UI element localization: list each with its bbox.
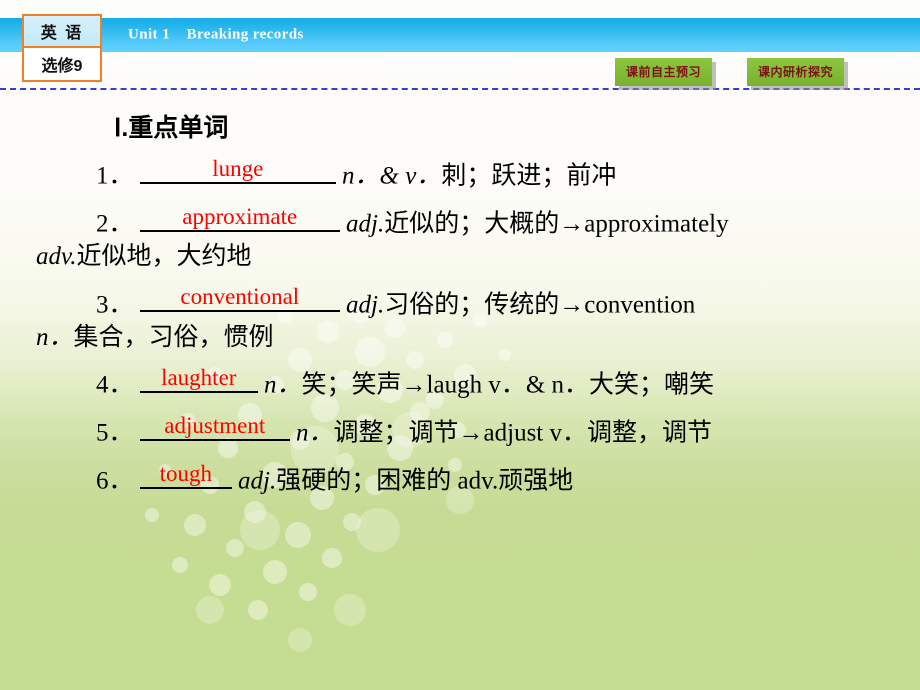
subject-name: 英 语 [24, 16, 100, 48]
subject-badge: 英 语 选修9 [22, 14, 102, 82]
explore-button[interactable]: 课内研析探究 [747, 58, 845, 86]
answer-text: conventional [180, 284, 300, 309]
definition: 调整；调节→adjust v．调整，调节 [333, 419, 712, 447]
vocab-entry: 6． tough adj.强硬的；困难的 adv.顽强地 [18, 461, 902, 497]
definition: 强硬的；困难的 adv.顽强地 [276, 467, 574, 495]
preview-button[interactable]: 课前自主预习 [615, 58, 713, 86]
answer-text: tough [159, 460, 212, 486]
part-of-speech: n．& v． [342, 162, 442, 190]
answer-blank[interactable]: lunge [139, 155, 336, 184]
definition: 近似的；大概的→approximately [384, 210, 729, 238]
page-title: Ⅰ.重点单词 [114, 114, 229, 142]
unit-title-bar: Unit 1 Breaking records [0, 18, 920, 52]
entry-number: 6． [96, 467, 134, 495]
answer-text: approximate [182, 203, 298, 229]
vocab-entry: 2． approximate adj.近似的；大概的→approximately [18, 204, 902, 240]
part-of-speech: n． [264, 371, 302, 399]
vocab-entry: 3． conventional adj.习俗的；传统的→convention [18, 285, 902, 321]
nav-button-group: 课前自主预习 课内研析探究 [615, 58, 845, 86]
definition: 笑；笑声→laugh v．& n．大笑；嘲笑 [301, 371, 715, 399]
answer-blank[interactable]: adjustment [139, 412, 290, 441]
part-of-speech: adj. [238, 467, 277, 495]
answer-blank[interactable]: laughter [139, 364, 258, 393]
definition-continuation: n．n．集合，习俗，惯例集合，习俗，惯例 [36, 323, 274, 351]
answer-blank[interactable]: approximate [139, 203, 340, 232]
definition: 习俗的；传统的→convention [384, 291, 696, 318]
header-divider [0, 88, 920, 90]
unit-title: Unit 1 Breaking records [128, 26, 304, 43]
answer-blank[interactable]: conventional [139, 284, 340, 312]
definition-continuation: adv.adv.近似地，大约地近似地，大约地 [36, 243, 252, 270]
slide-canvas: Unit 1 Breaking records 英 语 选修9 课前自主预习 课… [0, 0, 920, 690]
entry-number: 1． [96, 162, 134, 190]
definition: 刺；跃进；前冲 [441, 162, 617, 190]
entry-number: 4． [96, 371, 134, 399]
part-of-speech: adj. [346, 210, 385, 238]
entry-number: 3． [96, 291, 134, 318]
entry-number: 2． [96, 210, 134, 238]
answer-text: adjustment [164, 412, 266, 438]
vocab-entry: 5． adjustment n．调整；调节→adjust v．调整，调节 [18, 413, 902, 449]
part-of-speech: adj. [346, 291, 385, 318]
content-area: Ⅰ.重点单词 1． lunge n．& v．刺；跃进；前冲 2． approxi… [0, 100, 920, 497]
answer-blank[interactable]: tough [139, 460, 232, 489]
entry-number: 5． [96, 419, 134, 447]
vocab-entry: 4． laughter n．笑；笑声→laugh v．& n．大笑；嘲笑 [18, 365, 902, 401]
subject-volume: 选修9 [24, 48, 100, 80]
part-of-speech: n． [296, 419, 334, 447]
answer-text: lunge [212, 155, 264, 181]
vocab-entry: 1． lunge n．& v．刺；跃进；前冲 [18, 156, 902, 192]
answer-text: laughter [161, 364, 237, 390]
